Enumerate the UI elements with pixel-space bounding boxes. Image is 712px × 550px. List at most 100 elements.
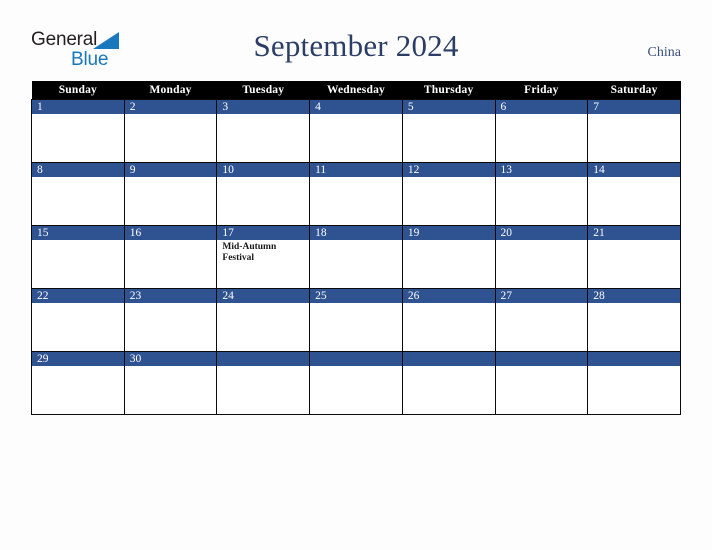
weekday-header-thursday: Thursday	[402, 81, 496, 100]
calendar-day-cell[interactable]: 10	[216, 162, 311, 226]
weekday-header-monday: Monday	[124, 81, 217, 100]
day-cell-content: 14	[588, 163, 680, 225]
calendar-week-row: 1234567	[31, 99, 681, 163]
day-number: 4	[310, 100, 402, 114]
day-cell-content	[588, 352, 680, 414]
day-cell-content: 19	[402, 226, 495, 288]
day-cell-content: 4	[310, 100, 402, 162]
day-cell-content: 5	[402, 100, 495, 162]
calendar-day-cell[interactable]: 5	[401, 99, 496, 163]
day-number: 1	[32, 100, 124, 114]
calendar-day-cell[interactable]: 29	[31, 351, 125, 415]
calendar-day-cell[interactable]: 7	[587, 99, 681, 163]
calendar-day-cell[interactable]: 26	[401, 288, 496, 352]
calendar-day-cell[interactable]: 27	[494, 288, 589, 352]
day-cell-content: 2	[124, 100, 217, 162]
country-label: China	[647, 45, 681, 60]
day-number: 27	[495, 289, 588, 303]
day-number: 30	[124, 352, 217, 366]
day-cell-content: 23	[124, 289, 217, 351]
day-cell-content: 3	[217, 100, 310, 162]
calendar-day-cell[interactable]: 22	[31, 288, 125, 352]
weekday-header-friday: Friday	[495, 81, 588, 100]
day-cell-content	[310, 352, 402, 414]
calendar-day-cell[interactable]: 15	[31, 225, 125, 289]
calendar-weekday-header: Sunday Monday Tuesday Wednesday Thursday…	[31, 81, 681, 100]
day-cell-content: 18	[310, 226, 402, 288]
day-number: 24	[217, 289, 310, 303]
day-cell-content: 25	[310, 289, 402, 351]
day-number	[310, 352, 402, 366]
day-cell-content: 28	[588, 289, 680, 351]
calendar-week-row: 8 9 10 11 12 13 14	[31, 162, 681, 226]
day-number	[495, 352, 588, 366]
calendar-day-cell[interactable]	[401, 351, 496, 415]
calendar-day-cell[interactable]: 30	[123, 351, 218, 415]
weekday-header-saturday: Saturday	[587, 81, 681, 100]
day-cell-content	[402, 352, 495, 414]
day-number: 6	[495, 100, 588, 114]
day-cell-content: 29	[32, 352, 124, 414]
calendar-day-cell[interactable]: 19	[401, 225, 496, 289]
calendar-body: 1 2 3 4 5 6 7 8 9 10 11 12 13 14 15 16 17 Mid-Autumn Fest…	[31, 99, 681, 415]
day-cell-content: 7	[588, 100, 680, 162]
day-cell-content: 21	[588, 226, 680, 288]
day-cell-content: 15	[32, 226, 124, 288]
calendar-day-cell[interactable]: 21	[587, 225, 681, 289]
day-number	[402, 352, 495, 366]
day-number: 25	[310, 289, 402, 303]
day-number: 28	[588, 289, 680, 303]
calendar-day-cell[interactable]: 8	[31, 162, 125, 226]
calendar-day-cell[interactable]: 14	[587, 162, 681, 226]
calendar-day-cell[interactable]: 9	[123, 162, 218, 226]
calendar-page: General Blue September 2024 China Sunday…	[0, 0, 712, 550]
day-number: 26	[402, 289, 495, 303]
day-number: 14	[588, 163, 680, 177]
day-cell-content: 8	[32, 163, 124, 225]
day-number: 9	[124, 163, 217, 177]
day-events: Mid-Autumn Festival	[217, 240, 309, 264]
calendar-day-cell[interactable]: 25	[309, 288, 403, 352]
day-cell-content: 17 Mid-Autumn Festival	[217, 226, 310, 288]
day-number: 22	[32, 289, 124, 303]
day-cell-content: 1	[32, 100, 124, 162]
page-title: September 2024	[253, 28, 459, 63]
calendar-week-row: 15 16 17 Mid-Autumn Festival 18 19 20 21	[31, 225, 681, 289]
calendar-day-cell[interactable]: 12	[401, 162, 496, 226]
calendar-day-cell[interactable]: 17 Mid-Autumn Festival	[216, 225, 311, 289]
day-number	[217, 352, 310, 366]
calendar-day-cell[interactable]: 11	[309, 162, 403, 226]
calendar-day-cell[interactable]: 3	[216, 99, 311, 163]
day-cell-content	[495, 352, 588, 414]
day-cell-content: 10	[217, 163, 310, 225]
day-cell-content: 11	[310, 163, 402, 225]
calendar-day-cell[interactable]: 2	[123, 99, 218, 163]
weekday-header-wednesday: Wednesday	[309, 81, 403, 100]
day-number: 11	[310, 163, 402, 177]
calendar-day-cell[interactable]: 4	[309, 99, 403, 163]
calendar-day-cell[interactable]	[587, 351, 681, 415]
calendar-day-cell[interactable]: 16	[123, 225, 218, 289]
calendar-day-cell[interactable]: 1	[31, 99, 125, 163]
day-cell-content: 16	[124, 226, 217, 288]
day-cell-content	[217, 352, 310, 414]
day-cell-content: 9	[124, 163, 217, 225]
day-cell-content: 22	[32, 289, 124, 351]
day-number: 21	[588, 226, 680, 240]
calendar-day-cell[interactable]: 20	[494, 225, 589, 289]
calendar-day-cell[interactable]	[216, 351, 311, 415]
calendar-grid: Sunday Monday Tuesday Wednesday Thursday…	[31, 81, 681, 415]
day-number: 16	[124, 226, 217, 240]
holiday-event-label: Mid-Autumn Festival	[222, 242, 277, 263]
calendar-day-cell[interactable]: 13	[494, 162, 589, 226]
day-number: 17	[217, 226, 310, 240]
day-number: 18	[310, 226, 402, 240]
calendar-day-cell[interactable]	[494, 351, 589, 415]
calendar-day-cell[interactable]: 24	[216, 288, 311, 352]
day-cell-content: 26	[402, 289, 495, 351]
calendar-day-cell[interactable]	[309, 351, 403, 415]
calendar-day-cell[interactable]: 23	[123, 288, 218, 352]
calendar-day-cell[interactable]: 28	[587, 288, 681, 352]
calendar-day-cell[interactable]: 6	[494, 99, 589, 163]
calendar-day-cell[interactable]: 18	[309, 225, 403, 289]
